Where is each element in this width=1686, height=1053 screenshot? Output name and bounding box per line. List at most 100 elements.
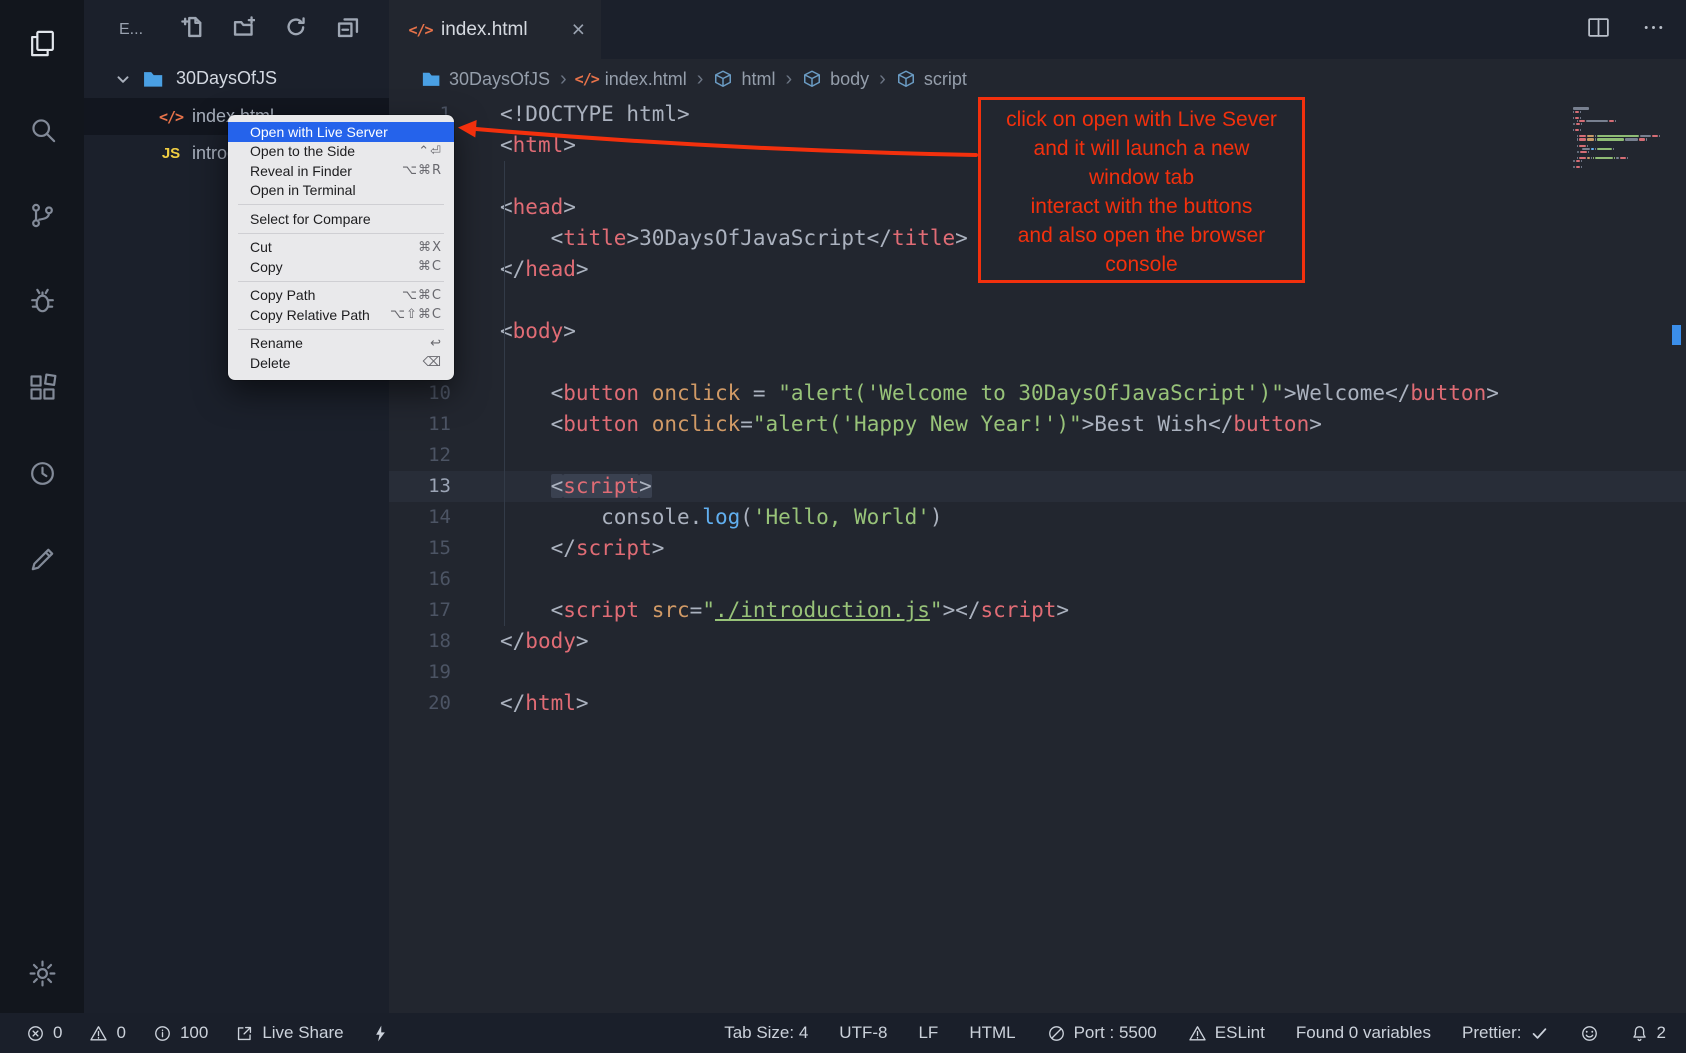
breadcrumb-item-script[interactable]: script — [896, 69, 967, 90]
sidebar-action-collapse-all[interactable] — [337, 16, 359, 43]
edit-icon — [27, 544, 58, 575]
menu-item-label: Reveal in Finder — [250, 163, 402, 179]
code-token: button — [563, 412, 639, 436]
status-found-variables[interactable]: Found 0 variables — [1296, 1023, 1431, 1043]
minimap-segment — [1588, 151, 1589, 153]
status-warnings[interactable]: 0 — [89, 1023, 125, 1043]
activity-bar — [0, 0, 84, 1013]
status-live-server-port[interactable]: Port : 5500 — [1047, 1023, 1157, 1043]
code-token: = — [740, 412, 753, 436]
context-menu: Open with Live ServerOpen to the Side⌃⏎R… — [228, 115, 454, 380]
code-line: 16 — [389, 564, 1686, 595]
activity-explorer[interactable] — [18, 19, 66, 67]
menu-item-shortcut: ⌘C — [418, 259, 442, 274]
minimap-segment — [1579, 120, 1584, 122]
menu-item-delete[interactable]: Delete⌫ — [228, 353, 454, 373]
symbol-cube-icon — [896, 69, 916, 89]
menu-item-select-for-compare[interactable]: Select for Compare — [228, 209, 454, 229]
code-text: <script> — [469, 471, 652, 502]
code-token: html — [525, 691, 576, 715]
activity-run-debug[interactable] — [18, 277, 66, 325]
code-line: 7 — [389, 285, 1686, 316]
activity-search[interactable] — [18, 105, 66, 153]
code-token: > — [563, 319, 576, 343]
breadcrumb-item-30daysofjs[interactable]: 30DaysOfJS — [421, 69, 550, 90]
menu-item-label: Delete — [250, 355, 423, 371]
status-info-metric[interactable]: 100 — [153, 1023, 208, 1043]
code-token: ./introduction.js — [715, 598, 930, 622]
minimap-segment — [1580, 151, 1586, 153]
minimap-segment — [1587, 138, 1594, 140]
status-errors[interactable]: 0 — [26, 1023, 62, 1043]
code-token: " — [702, 598, 715, 622]
menu-item-copy-relative-path[interactable]: Copy Relative Path⌥⇧⌘C — [228, 305, 454, 325]
menu-item-copy-path[interactable]: Copy Path⌥⌘C — [228, 286, 454, 306]
sidebar-action-new-folder[interactable] — [233, 16, 255, 43]
tab-bar: </> index.html × — [389, 0, 1686, 59]
line-number: 19 — [389, 657, 469, 688]
menu-item-open-with-live-server[interactable]: Open with Live Server — [228, 122, 454, 142]
status-encoding[interactable]: UTF-8 — [839, 1023, 887, 1043]
activity-extensions[interactable] — [18, 363, 66, 411]
status-live-share[interactable]: Live Share — [235, 1023, 343, 1043]
activity-timeline[interactable] — [18, 449, 66, 497]
breadcrumb-separator: › — [879, 68, 886, 91]
editor-action-split-editor[interactable] — [1586, 15, 1611, 45]
breadcrumb-item-index-html[interactable]: </>index.html — [577, 69, 687, 90]
status-quick-action[interactable] — [371, 1024, 390, 1043]
code-text — [469, 347, 500, 378]
code-token: head — [513, 195, 564, 219]
tab-index-html[interactable]: </> index.html × — [389, 0, 601, 59]
split-editor-icon — [1586, 15, 1611, 40]
activity-editing[interactable] — [18, 535, 66, 583]
status-feedback[interactable] — [1580, 1024, 1599, 1043]
code-text: <title>30DaysOfJavaScript</title> — [469, 223, 968, 254]
menu-item-open-to-the-side[interactable]: Open to the Side⌃⏎ — [228, 142, 454, 162]
status-prettier[interactable]: Prettier: — [1462, 1023, 1549, 1043]
activity-bar-top — [18, 19, 66, 583]
minimap-segment — [1573, 107, 1589, 109]
minimap-segment — [1616, 157, 1619, 159]
code-text: <html> — [469, 130, 576, 161]
status-tab-size[interactable]: Tab Size: 4 — [724, 1023, 808, 1043]
html-file-icon: </> — [160, 106, 182, 128]
activity-manage[interactable] — [18, 949, 66, 997]
status-eslint-text: ESLint — [1215, 1023, 1265, 1043]
breadcrumb-item-html[interactable]: html — [713, 69, 775, 90]
menu-separator — [238, 281, 444, 282]
minimap-segment — [1591, 148, 1594, 150]
status-notifications[interactable]: 2 — [1630, 1023, 1666, 1043]
menu-item-open-in-terminal[interactable]: Open in Terminal — [228, 181, 454, 201]
status-bar: 0 0 100 Live Share Tab Size: 4 UTF-8 LF HTML Po… — [0, 1013, 1686, 1053]
code-text — [469, 161, 500, 192]
bell-icon — [1630, 1024, 1649, 1043]
menu-item-copy[interactable]: Copy⌘C — [228, 257, 454, 277]
breadcrumb-label: 30DaysOfJS — [449, 69, 550, 90]
status-eol[interactable]: LF — [918, 1023, 938, 1043]
sidebar-action-refresh[interactable] — [285, 16, 307, 43]
code-token: script — [563, 474, 639, 498]
menu-item-reveal-in-finder[interactable]: Reveal in Finder⌥⌘R — [228, 161, 454, 181]
close-icon[interactable]: × — [572, 18, 585, 41]
code-token: > — [576, 257, 589, 281]
activity-source-control[interactable] — [18, 191, 66, 239]
code-token: < — [500, 319, 513, 343]
minimap-segment — [1625, 138, 1638, 140]
status-eslint[interactable]: ESLint — [1188, 1023, 1265, 1043]
status-info-metric-text: 100 — [180, 1023, 208, 1043]
code-text: </script> — [469, 533, 664, 564]
status-right: Tab Size: 4 UTF-8 LF HTML Port : 5500 ESLint F… — [693, 1023, 1666, 1043]
status-language-mode[interactable]: HTML — [969, 1023, 1015, 1043]
minimap[interactable] — [1573, 107, 1665, 169]
status-errors-text: 0 — [53, 1023, 62, 1043]
code-text: <script src="./introduction.js"></script… — [469, 595, 1069, 626]
sidebar-action-new-file[interactable] — [181, 16, 203, 43]
port-icon — [1047, 1024, 1066, 1043]
tree-root-folder[interactable]: 30DaysOfJS — [84, 59, 389, 98]
breadcrumb-separator: › — [560, 68, 567, 91]
breadcrumb-item-body[interactable]: body — [802, 69, 869, 90]
menu-item-cut[interactable]: Cut⌘X — [228, 238, 454, 258]
editor-action-more-actions[interactable] — [1641, 15, 1666, 45]
menu-item-rename[interactable]: Rename↩ — [228, 334, 454, 354]
minimap-segment — [1579, 145, 1585, 147]
